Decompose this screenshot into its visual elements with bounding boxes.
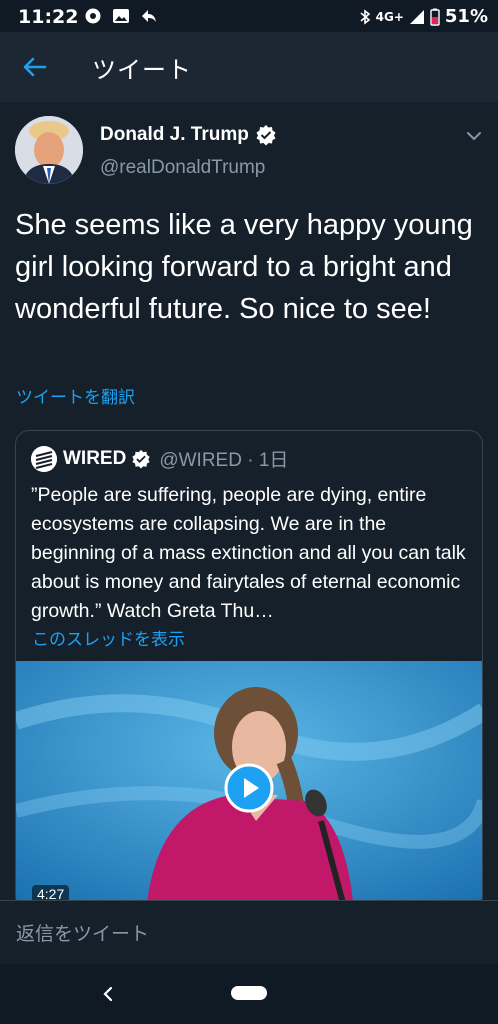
author-avatar[interactable] bbox=[15, 116, 83, 184]
author-name[interactable]: Donald J. Trump bbox=[100, 124, 249, 146]
reply-bar: 返信をツイート bbox=[0, 900, 498, 964]
wired-logo-icon bbox=[31, 446, 57, 472]
network-type: 4G+ bbox=[375, 9, 404, 24]
show-thread-link[interactable]: このスレッドを表示 bbox=[32, 625, 185, 650]
status-right: 4G+ 51% bbox=[359, 6, 488, 27]
bluetooth-icon bbox=[360, 8, 370, 25]
quoted-tweet-text: ”People are suffering, people are dying,… bbox=[31, 484, 466, 622]
battery-percent: 51% bbox=[444, 6, 488, 27]
quoted-author-name: WIRED bbox=[63, 447, 127, 469]
author-name-row[interactable]: Donald J. Trump bbox=[100, 124, 277, 146]
status-bar: 11:22 4G+ 51% bbox=[0, 0, 498, 32]
verified-badge-icon bbox=[256, 125, 276, 146]
status-time: 11:22 bbox=[18, 6, 79, 28]
translate-tweet-link[interactable]: ツイートを翻訳 bbox=[16, 383, 135, 408]
app-header: ツイート bbox=[0, 32, 498, 102]
circle-status-icon bbox=[85, 8, 101, 24]
quoted-tweet-card[interactable]: WIRED @WIRED · 1日 ”People are suffering,… bbox=[15, 430, 483, 910]
arrow-left-icon[interactable] bbox=[18, 50, 52, 84]
chevron-down-icon[interactable] bbox=[464, 126, 484, 146]
author-handle[interactable]: @realDonaldTrump bbox=[100, 157, 265, 179]
page-title: ツイート bbox=[92, 56, 192, 84]
reply-notification-icon bbox=[142, 10, 156, 22]
video-thumbnail[interactable]: 4:27 bbox=[16, 661, 482, 909]
home-pill[interactable] bbox=[231, 986, 267, 1000]
nav-back-icon[interactable] bbox=[98, 984, 118, 1004]
quoted-author-handle: @WIRED · 1日 bbox=[159, 450, 289, 471]
image-notification-icon bbox=[113, 9, 129, 23]
battery-icon bbox=[430, 8, 440, 26]
reply-input[interactable]: 返信をツイート bbox=[16, 919, 149, 946]
system-nav-bar bbox=[0, 964, 498, 1024]
avatar-image bbox=[15, 116, 83, 184]
play-icon[interactable] bbox=[224, 763, 274, 813]
verified-badge-icon bbox=[132, 449, 150, 469]
quoted-author-row: WIRED @WIRED · 1日 bbox=[63, 445, 288, 472]
tweet-text: She seems like a very happy young girl l… bbox=[15, 209, 473, 325]
signal-icon bbox=[409, 9, 424, 24]
